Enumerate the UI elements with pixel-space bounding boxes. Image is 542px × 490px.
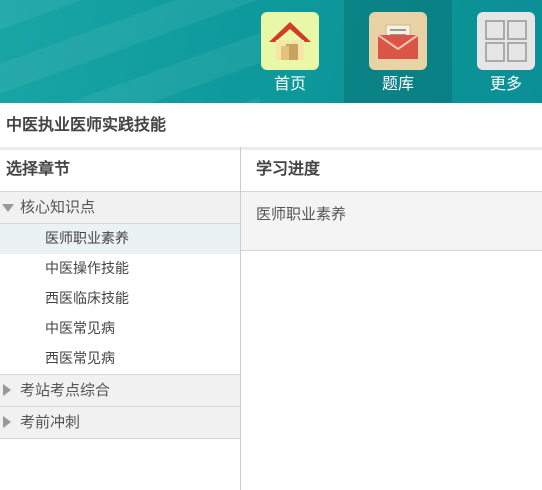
chapter-group-label: 考站考点综合 [20, 381, 111, 399]
grid-icon [477, 12, 535, 70]
chapter-group-station[interactable]: 考站考点综合 [0, 374, 240, 407]
chapter-item[interactable]: 西医临床技能 [0, 284, 240, 314]
chapter-group-core[interactable]: 核心知识点 [0, 192, 240, 224]
caret-down-icon [2, 204, 14, 212]
envelope-icon [369, 12, 427, 70]
chapter-group-label: 考前冲刺 [20, 413, 81, 431]
chapter-panel-header: 选择章节 [0, 147, 240, 192]
top-nav-bar: 首页 题库 更多 [0, 0, 542, 103]
header-decoration [0, 0, 260, 103]
nav-home-label: 首页 [273, 74, 306, 93]
nav-more-label: 更多 [489, 74, 522, 93]
progress-panel-header: 学习进度 [241, 147, 542, 192]
chapter-item[interactable]: 中医常见病 [0, 314, 240, 344]
page-title: 中医执业医师实践技能 [0, 103, 542, 150]
nav-question-bank-button[interactable]: 题库 [344, 0, 452, 103]
home-icon [261, 12, 319, 70]
chapter-item[interactable]: 西医常见病 [0, 344, 240, 374]
content-panes: 选择章节 核心知识点 医师职业素养 中医操作技能 西医临床技能 中医常见病 西医… [0, 147, 542, 490]
nav-home-button[interactable]: 首页 [236, 0, 344, 103]
chapter-group-sprint[interactable]: 考前冲刺 [0, 407, 240, 439]
nav-more-button[interactable]: 更多 [452, 0, 542, 103]
chapter-group-label: 核心知识点 [20, 198, 96, 216]
nav-question-bank-label: 题库 [381, 74, 414, 93]
caret-right-icon [3, 416, 11, 428]
progress-panel: 学习进度 医师职业素养 [241, 147, 542, 490]
chapter-item[interactable]: 医师职业素养 [0, 224, 240, 254]
chapter-panel: 选择章节 核心知识点 医师职业素养 中医操作技能 西医临床技能 中医常见病 西医… [0, 147, 241, 490]
caret-right-icon [3, 384, 11, 396]
chapter-item[interactable]: 中医操作技能 [0, 254, 240, 284]
progress-current: 医师职业素养 [241, 192, 542, 251]
